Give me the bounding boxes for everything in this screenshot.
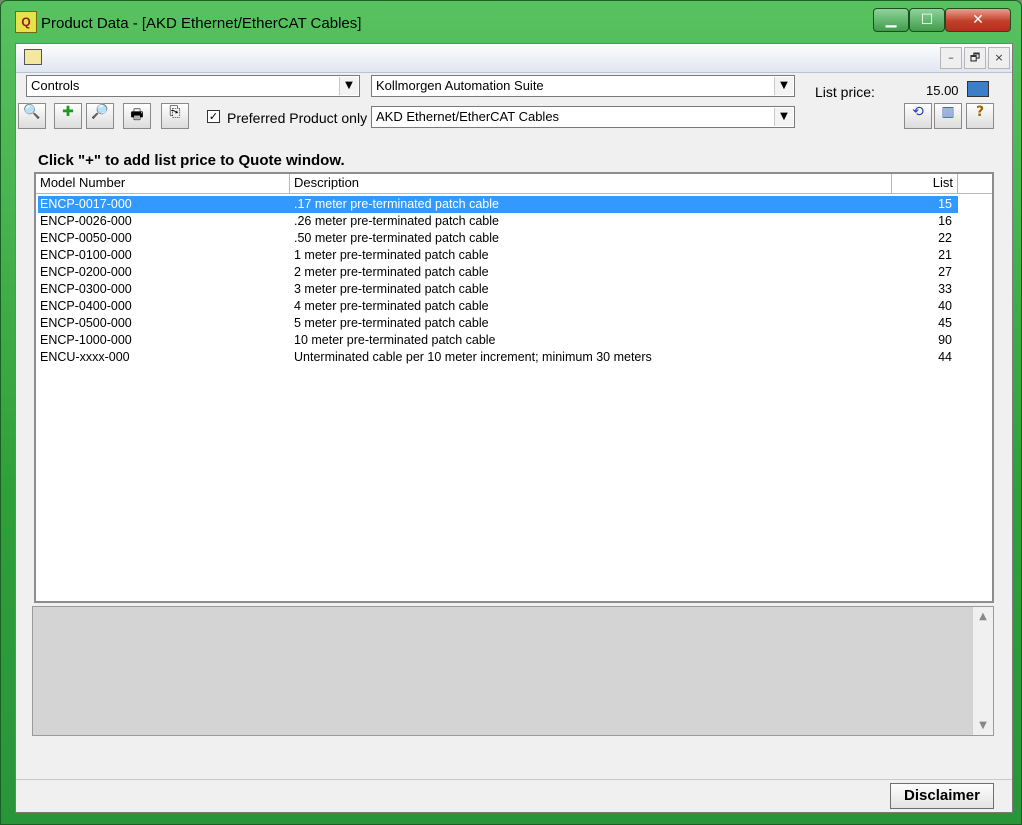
preferred-checkbox[interactable]: ✓: [207, 110, 220, 123]
close-button[interactable]: ✕: [945, 8, 1011, 32]
list-price-label: List price:: [815, 84, 875, 100]
list-price-cell: 45: [938, 316, 952, 330]
add-to-quote-button[interactable]: ✚: [54, 103, 82, 129]
help-button[interactable]: ?: [966, 103, 994, 129]
table-row[interactable]: ENCP-0200-000 2 meter pre-terminated patc…: [38, 264, 958, 281]
status-bar: [16, 779, 1012, 813]
table-row[interactable]: ENCP-0400-000 4 meter pre-terminated patc…: [38, 298, 958, 315]
model-cell: ENCP-1000-000: [40, 333, 132, 347]
model-cell: ENCP-0500-000: [40, 316, 132, 330]
category-value: Controls: [31, 78, 80, 93]
product-line-value: AKD Ethernet/EtherCAT Cables: [376, 109, 560, 124]
mdi-minimize-button[interactable]: –: [940, 47, 962, 69]
document-icon[interactable]: [24, 49, 42, 65]
minimize-button[interactable]: ▁: [873, 8, 909, 32]
list-price-cell: 44: [938, 350, 952, 364]
window-title: Product Data - [AKD Ethernet/EtherCAT Ca…: [41, 15, 362, 32]
column-header-description[interactable]: Description: [290, 174, 892, 194]
model-cell: ENCP-0050-000: [40, 231, 132, 245]
refresh-button[interactable]: ⟲: [904, 103, 932, 129]
table-row[interactable]: ENCP-0300-000 3 meter pre-terminated patc…: [38, 281, 958, 298]
description-cell: 3 meter pre-terminated patch cable: [294, 282, 489, 296]
client-area: – 🗗 × Controls ▼ Kollmorgen Automation S…: [15, 43, 1013, 813]
description-cell: 2 meter pre-terminated patch cable: [294, 265, 489, 279]
column-header-model[interactable]: Model Number: [36, 174, 290, 194]
description-cell: 4 meter pre-terminated patch cable: [294, 299, 489, 313]
mdi-close-button[interactable]: ×: [988, 47, 1010, 69]
list-price-cell: 15: [938, 197, 952, 211]
catalog-button[interactable]: ▥: [934, 103, 962, 129]
description-cell: 5 meter pre-terminated patch cable: [294, 316, 489, 330]
disclaimer-button[interactable]: Disclaimer: [890, 783, 994, 809]
model-cell: ENCP-0400-000: [40, 299, 132, 313]
list-price-cell: 16: [938, 214, 952, 228]
mdi-restore-button[interactable]: 🗗: [964, 47, 986, 69]
table-row[interactable]: ENCP-0017-000 .17 meter pre-terminated pa…: [38, 196, 958, 213]
preferred-label: Preferred Product only: [227, 110, 368, 126]
scroll-up-icon[interactable]: ▲: [973, 611, 993, 622]
list-price-cell: 90: [938, 333, 952, 347]
chevron-down-icon[interactable]: ▼: [774, 77, 793, 95]
table-row[interactable]: ENCP-1000-000 10 meter pre-terminated pat…: [38, 332, 958, 349]
category-select[interactable]: Controls ▼: [26, 75, 360, 97]
app-icon[interactable]: Q: [15, 11, 37, 33]
zoom-button[interactable]: 🔎: [86, 103, 114, 129]
chevron-down-icon[interactable]: ▼: [774, 108, 793, 126]
list-price-cell: 27: [938, 265, 952, 279]
list-price-cell: 33: [938, 282, 952, 296]
table-body: ENCP-0017-000 .17 meter pre-terminated pa…: [38, 196, 958, 366]
table-row[interactable]: ENCP-0100-000 1 meter pre-terminated patc…: [38, 247, 958, 264]
description-cell: .17 meter pre-terminated patch cable: [294, 197, 499, 211]
detail-scrollbar[interactable]: ▲ ▼: [972, 607, 993, 735]
description-cell: .50 meter pre-terminated patch cable: [294, 231, 499, 245]
export-button[interactable]: ⎘: [161, 103, 189, 129]
model-cell: ENCP-0100-000: [40, 248, 132, 262]
suite-value: Kollmorgen Automation Suite: [376, 78, 544, 93]
table-row[interactable]: ENCP-0026-000 .26 meter pre-terminated pa…: [38, 213, 958, 230]
model-cell: ENCP-0026-000: [40, 214, 132, 228]
product-table[interactable]: Model Number Description List ENCP-0017-…: [34, 172, 994, 603]
model-cell: ENCP-0300-000: [40, 282, 132, 296]
instruction-text: Click "+" to add list price to Quote win…: [38, 152, 345, 169]
description-cell: Unterminated cable per 10 meter incremen…: [294, 350, 652, 364]
column-header-filler: [958, 174, 992, 194]
list-price-cell: 21: [938, 248, 952, 262]
column-header-list[interactable]: List: [892, 174, 958, 194]
description-cell: 10 meter pre-terminated patch cable: [294, 333, 496, 347]
description-cell: .26 meter pre-terminated patch cable: [294, 214, 499, 228]
detail-pane[interactable]: ▲ ▼: [32, 606, 994, 736]
model-cell: ENCU-xxxx-000: [40, 350, 130, 364]
table-row[interactable]: ENCP-0050-000 .50 meter pre-terminated pa…: [38, 230, 958, 247]
chevron-down-icon[interactable]: ▼: [339, 77, 358, 95]
list-price-cell: 22: [938, 231, 952, 245]
maximize-button[interactable]: ☐: [909, 8, 945, 32]
mdi-menu-bar: – 🗗 ×: [16, 44, 1012, 73]
calculator-icon[interactable]: [967, 81, 989, 97]
table-row[interactable]: ENCU-xxxx-000 Unterminated cable per 10 m…: [38, 349, 958, 366]
suite-select[interactable]: Kollmorgen Automation Suite ▼: [371, 75, 795, 97]
list-price-value: 15.00: [926, 83, 959, 98]
table-row[interactable]: ENCP-0500-000 5 meter pre-terminated patc…: [38, 315, 958, 332]
description-cell: 1 meter pre-terminated patch cable: [294, 248, 489, 262]
find-button[interactable]: 🔍: [18, 103, 46, 129]
model-cell: ENCP-0200-000: [40, 265, 132, 279]
product-line-select[interactable]: AKD Ethernet/EtherCAT Cables ▼: [371, 106, 795, 128]
scroll-down-icon[interactable]: ▼: [973, 720, 993, 731]
main-window: Q Product Data - [AKD Ethernet/EtherCAT …: [0, 0, 1022, 825]
print-button[interactable]: 🖶: [123, 103, 151, 129]
model-cell: ENCP-0017-000: [40, 197, 132, 211]
list-price-cell: 40: [938, 299, 952, 313]
